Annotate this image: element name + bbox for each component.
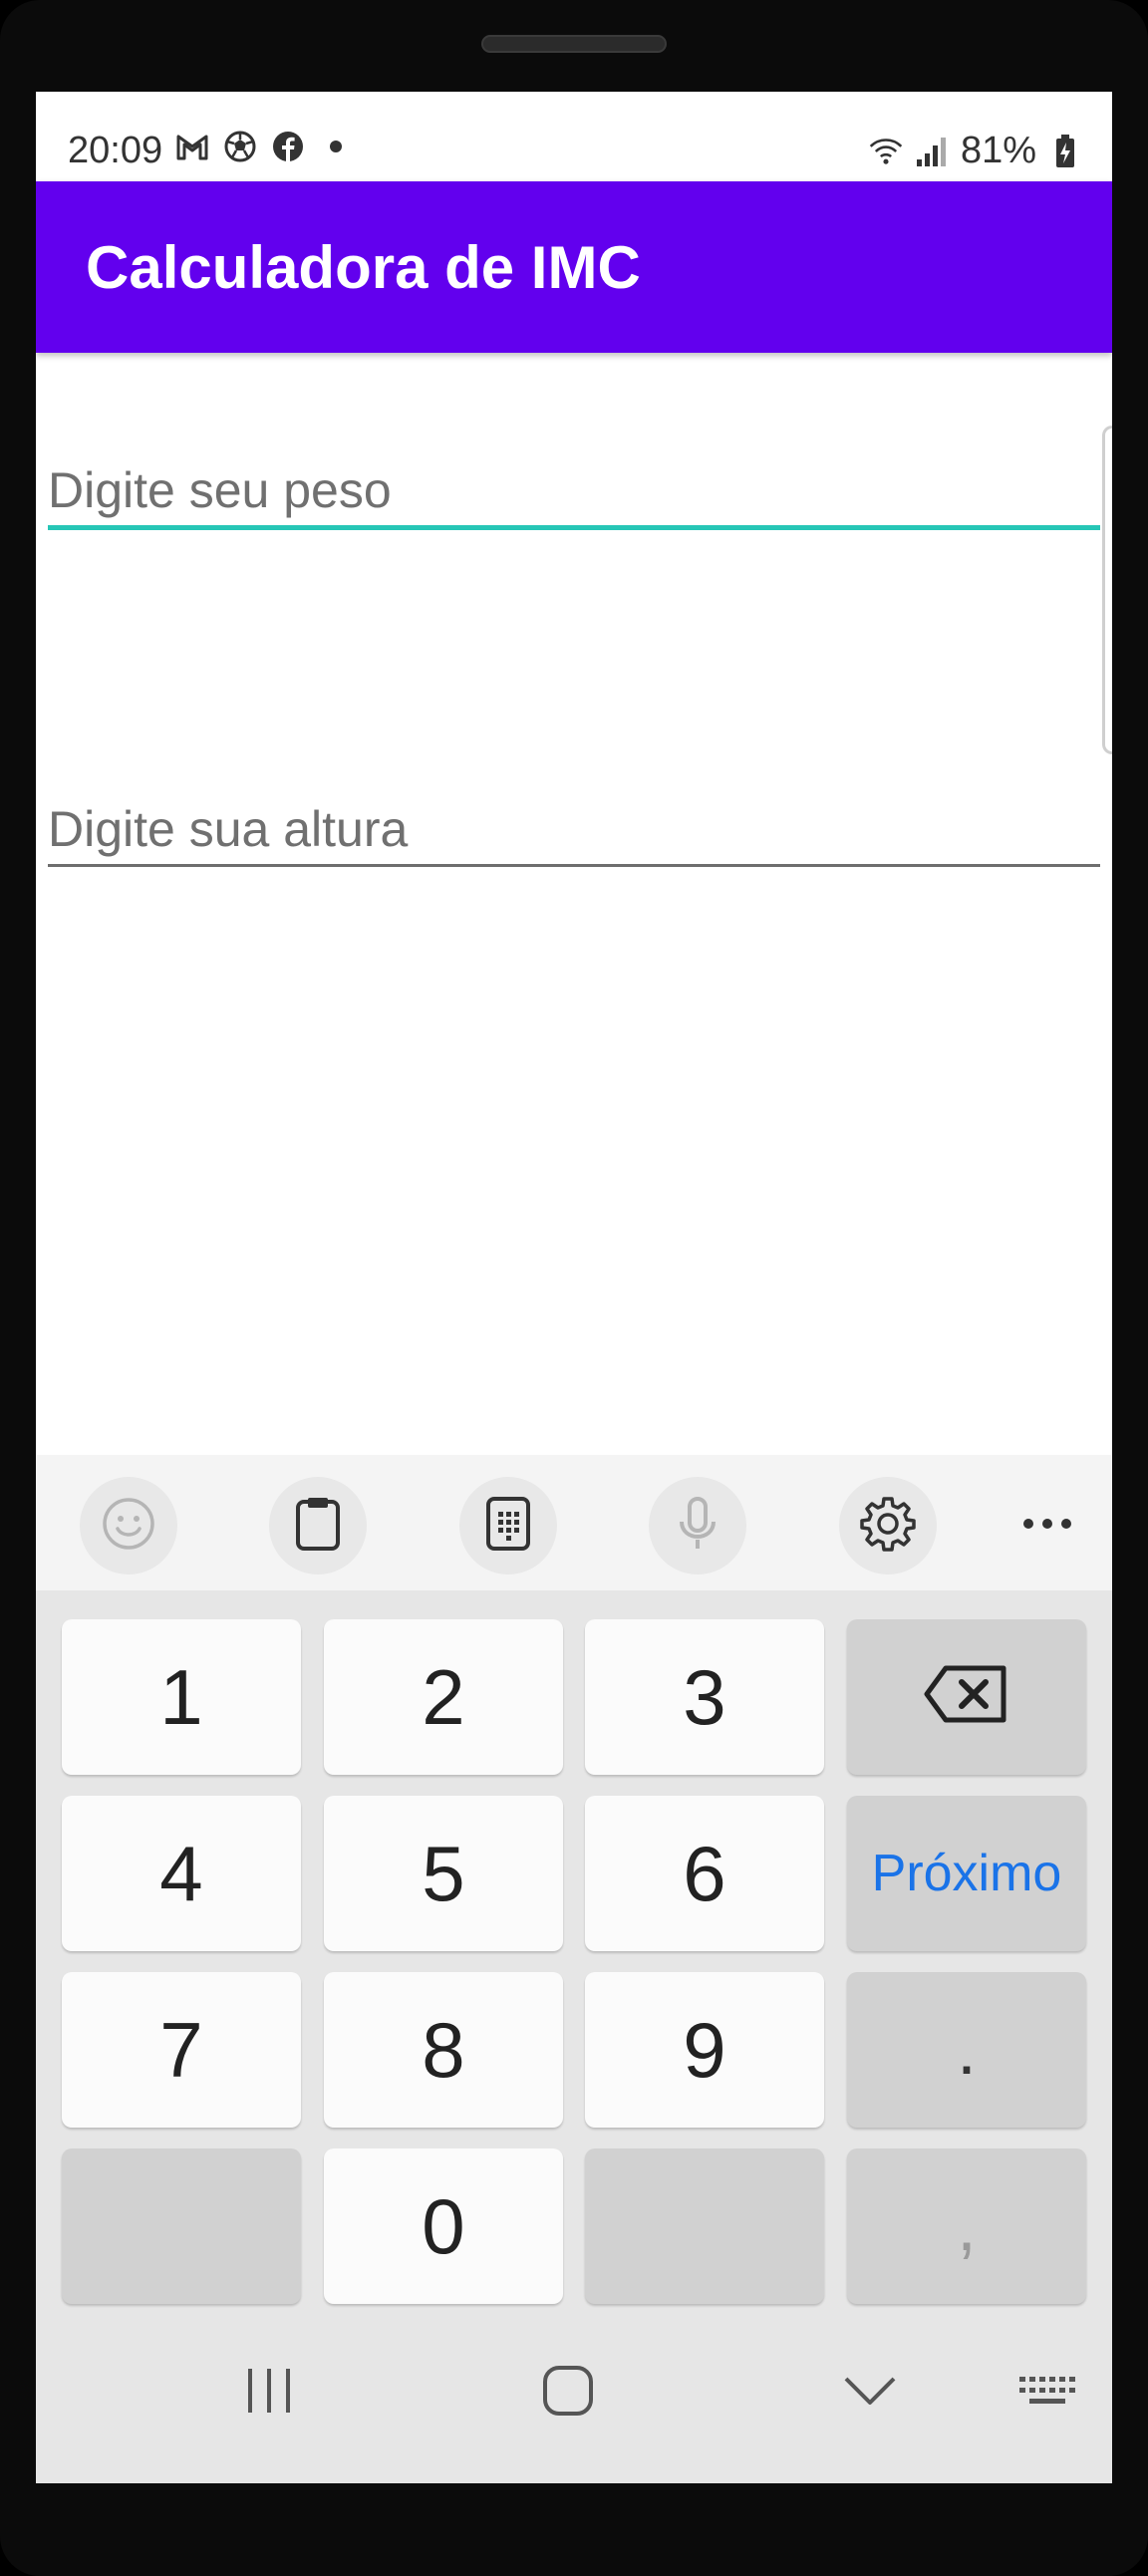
key-8[interactable]: 8 [324, 1972, 563, 2128]
key-7[interactable]: 7 [62, 1972, 301, 2128]
clipboard-icon [295, 1496, 341, 1557]
blank-key-right [585, 2148, 824, 2304]
recent-apps-icon [244, 2367, 294, 2420]
recent-apps-button[interactable] [224, 2348, 314, 2437]
height-input[interactable] [48, 794, 1100, 864]
weight-input[interactable] [48, 455, 1100, 525]
key-0[interactable]: 0 [324, 2148, 563, 2304]
keyboard-toolbar [36, 1455, 1112, 1590]
height-field[interactable] [48, 794, 1100, 867]
backspace-key[interactable] [847, 1619, 1086, 1775]
backspace-icon [924, 1652, 1009, 1743]
key-1[interactable]: 1 [62, 1619, 301, 1775]
facebook-icon [271, 130, 305, 163]
clipboard-button[interactable] [269, 1477, 367, 1574]
numeric-keyboard: 1 2 3 4 5 6 Próximo 7 8 9 . 0 , [36, 1590, 1112, 2483]
more-options-button[interactable] [999, 1477, 1096, 1574]
key-9[interactable]: 9 [585, 1972, 824, 2128]
voice-input-button[interactable] [649, 1477, 746, 1574]
keyboard-settings-button[interactable] [839, 1477, 937, 1574]
key-3[interactable]: 3 [585, 1619, 824, 1775]
app-bar: Calculadora de IMC [36, 181, 1112, 353]
phone-frame: 20:09 81% Calculadora de IMC Digite seu … [0, 0, 1148, 2576]
key-4[interactable]: 4 [62, 1796, 301, 1951]
period-key[interactable]: . [847, 1972, 1086, 2128]
hide-keyboard-icon [843, 2375, 897, 2412]
home-icon [542, 2365, 594, 2422]
battery-percent: 81% [960, 130, 1036, 171]
app-title: Calculadora de IMC [86, 234, 641, 301]
more-icon [1022, 1517, 1072, 1535]
signal-icon [915, 135, 949, 168]
key-5[interactable]: 5 [324, 1796, 563, 1951]
notification-icons [175, 130, 353, 163]
comma-key[interactable]: , [847, 2148, 1086, 2304]
keypad-button[interactable] [459, 1477, 557, 1574]
soccer-ball-icon [223, 130, 257, 163]
emoji-icon [102, 1497, 155, 1556]
edge-panel-handle[interactable] [1102, 426, 1112, 754]
settings-icon [860, 1496, 916, 1557]
home-button[interactable] [523, 2348, 613, 2437]
emoji-button[interactable] [80, 1477, 177, 1574]
keyboard-switch-button[interactable] [1003, 2348, 1092, 2437]
key-6[interactable]: 6 [585, 1796, 824, 1951]
weight-field[interactable] [48, 455, 1100, 530]
screen: 20:09 81% Calculadora de IMC Digite seu … [36, 92, 1112, 2483]
keyboard-icon [1017, 2373, 1077, 2414]
wifi-icon [869, 135, 903, 168]
dot-icon [319, 130, 353, 163]
blank-key-left [62, 2148, 301, 2304]
status-bar: 20:09 81% [36, 92, 1112, 181]
gmail-icon [175, 130, 209, 163]
keypad-icon [485, 1496, 531, 1557]
hide-keyboard-button[interactable] [825, 2348, 915, 2437]
next-key[interactable]: Próximo [847, 1796, 1086, 1951]
system-status: 81% [869, 130, 1082, 172]
status-time: 20:09 [68, 130, 163, 171]
microphone-icon [678, 1496, 718, 1557]
key-2[interactable]: 2 [324, 1619, 563, 1775]
speaker-grille [481, 35, 667, 53]
battery-icon [1048, 134, 1082, 168]
